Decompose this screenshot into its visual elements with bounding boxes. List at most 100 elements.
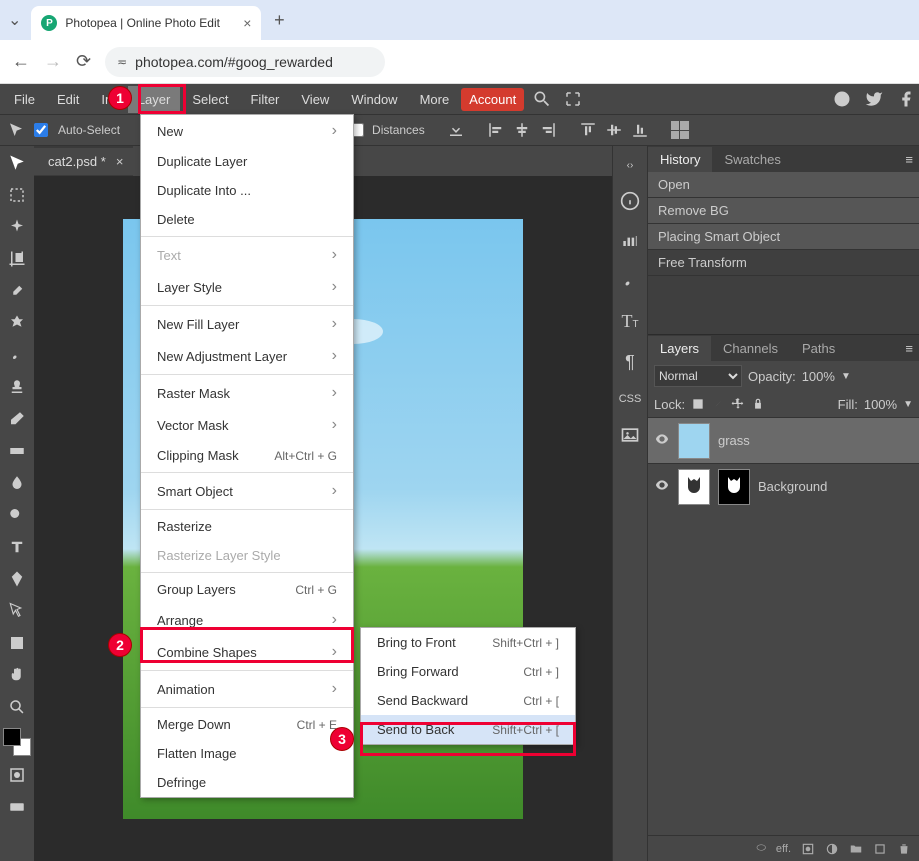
menu-item-rasterize[interactable]: Rasterize bbox=[141, 512, 353, 541]
menu-select[interactable]: Select bbox=[182, 86, 238, 113]
menu-item-smart-object[interactable]: Smart Object bbox=[141, 475, 353, 507]
move-tool[interactable] bbox=[4, 150, 30, 176]
history-item[interactable]: Remove BG bbox=[648, 198, 919, 224]
eyedropper-tool[interactable] bbox=[4, 278, 30, 304]
tab-history[interactable]: History bbox=[648, 147, 712, 172]
brush-tool[interactable] bbox=[4, 342, 30, 368]
menu-window[interactable]: Window bbox=[341, 86, 407, 113]
forward-button[interactable]: → bbox=[44, 51, 62, 72]
paragraph-panel-icon[interactable]: ¶ bbox=[625, 352, 635, 373]
marquee-tool[interactable] bbox=[4, 182, 30, 208]
fullscreen-icon[interactable] bbox=[564, 90, 582, 108]
chevron-down-icon[interactable]: ▼ bbox=[903, 399, 913, 410]
eraser-tool[interactable] bbox=[4, 406, 30, 432]
quickmask-tool[interactable] bbox=[4, 762, 30, 788]
menu-item-duplicate-layer[interactable]: Duplicate Layer bbox=[141, 147, 353, 176]
layer-row-background[interactable]: Background bbox=[648, 463, 919, 509]
address-bar[interactable]: ≂ photopea.com/#goog_rewarded bbox=[105, 47, 385, 77]
site-info-icon[interactable]: ≂ bbox=[117, 55, 127, 69]
blur-tool[interactable] bbox=[4, 470, 30, 496]
close-icon[interactable]: × bbox=[116, 154, 124, 169]
menu-account[interactable]: Account bbox=[461, 88, 524, 111]
history-item[interactable]: Free Transform bbox=[648, 250, 919, 276]
trash-icon[interactable] bbox=[897, 842, 911, 856]
tab-layers[interactable]: Layers bbox=[648, 336, 711, 361]
image-panel-icon[interactable] bbox=[620, 425, 640, 445]
menu-item-delete[interactable]: Delete bbox=[141, 205, 353, 234]
align-center-h-icon[interactable] bbox=[513, 121, 531, 139]
menu-item-new[interactable]: New bbox=[141, 115, 353, 147]
menu-item-send-backward[interactable]: Send BackwardCtrl + [ bbox=[361, 686, 575, 715]
menu-item-new-fill-layer[interactable]: New Fill Layer bbox=[141, 308, 353, 340]
download-icon[interactable] bbox=[447, 121, 465, 139]
chevron-down-icon[interactable]: ▼ bbox=[841, 371, 851, 382]
document-tab[interactable]: cat2.psd * × bbox=[34, 148, 133, 175]
grid-icon[interactable] bbox=[671, 121, 689, 139]
dodge-tool[interactable] bbox=[4, 502, 30, 528]
new-layer-icon[interactable] bbox=[873, 842, 887, 856]
gradient-tool[interactable] bbox=[4, 438, 30, 464]
menu-item-layer-style[interactable]: Layer Style bbox=[141, 271, 353, 303]
pen-tool[interactable] bbox=[4, 566, 30, 592]
align-right-icon[interactable] bbox=[539, 121, 557, 139]
close-icon[interactable]: × bbox=[243, 15, 251, 31]
visibility-icon[interactable] bbox=[654, 477, 670, 496]
shape-tool[interactable] bbox=[4, 630, 30, 656]
css-panel-icon[interactable]: CSS bbox=[619, 393, 642, 405]
tab-paths[interactable]: Paths bbox=[790, 336, 847, 361]
menu-item-merge-down[interactable]: Merge DownCtrl + E bbox=[141, 710, 353, 739]
menu-item-vector-mask[interactable]: Vector Mask bbox=[141, 409, 353, 441]
menu-item-clipping-mask[interactable]: Clipping MaskAlt+Ctrl + G bbox=[141, 441, 353, 470]
visibility-icon[interactable] bbox=[654, 431, 670, 450]
align-bottom-icon[interactable] bbox=[631, 121, 649, 139]
history-item[interactable]: Placing Smart Object bbox=[648, 224, 919, 250]
history-item[interactable]: Open bbox=[648, 172, 919, 198]
collapse-icon[interactable]: ‹› bbox=[627, 160, 634, 171]
keyboard-icon[interactable] bbox=[4, 794, 30, 820]
menu-item-animation[interactable]: Animation bbox=[141, 673, 353, 705]
folder-icon[interactable] bbox=[849, 842, 863, 856]
menu-item-duplicate-into-[interactable]: Duplicate Into ... bbox=[141, 176, 353, 205]
stamp-tool[interactable] bbox=[4, 374, 30, 400]
menu-item-new-adjustment-layer[interactable]: New Adjustment Layer bbox=[141, 340, 353, 372]
lock-move-icon[interactable] bbox=[731, 397, 745, 411]
menu-item-bring-to-front[interactable]: Bring to FrontShift+Ctrl + ] bbox=[361, 628, 575, 657]
brush-panel-icon[interactable] bbox=[620, 271, 640, 291]
effects-label[interactable]: eff. bbox=[776, 843, 791, 855]
color-swatches[interactable] bbox=[3, 728, 31, 756]
hand-tool[interactable] bbox=[4, 662, 30, 688]
panel-menu-icon[interactable]: ≡ bbox=[899, 337, 919, 360]
menu-item-group-layers[interactable]: Group LayersCtrl + G bbox=[141, 575, 353, 604]
lock-trans-icon[interactable] bbox=[691, 397, 705, 411]
menu-filter[interactable]: Filter bbox=[240, 86, 289, 113]
tab-list-icon[interactable]: ⌄ bbox=[8, 10, 21, 30]
tab-swatches[interactable]: Swatches bbox=[712, 147, 792, 172]
reddit-icon[interactable] bbox=[833, 90, 851, 108]
twitter-icon[interactable] bbox=[865, 90, 883, 108]
zoom-tool[interactable] bbox=[4, 694, 30, 720]
layer-row-grass[interactable]: grass bbox=[648, 417, 919, 463]
menu-item-send-to-back[interactable]: Send to BackShift+Ctrl + [ bbox=[361, 715, 575, 744]
menu-item-combine-shapes[interactable]: Combine Shapes bbox=[141, 636, 353, 668]
panel-menu-icon[interactable]: ≡ bbox=[899, 148, 919, 171]
menu-layer[interactable]: Layer bbox=[128, 86, 181, 113]
info-icon[interactable] bbox=[620, 191, 640, 211]
align-middle-icon[interactable] bbox=[605, 121, 623, 139]
text-tool[interactable] bbox=[4, 534, 30, 560]
wand-tool[interactable] bbox=[4, 214, 30, 240]
adjustment-icon[interactable] bbox=[825, 842, 839, 856]
menu-item-defringe[interactable]: Defringe bbox=[141, 768, 353, 797]
back-button[interactable]: ← bbox=[12, 51, 30, 72]
search-icon[interactable] bbox=[532, 89, 552, 109]
mask-icon[interactable] bbox=[801, 842, 815, 856]
menu-item-flatten-image[interactable]: Flatten Image bbox=[141, 739, 353, 768]
link-icon[interactable]: ⬭ bbox=[757, 842, 766, 855]
fill-value[interactable]: 100% bbox=[864, 397, 897, 412]
menu-edit[interactable]: Edit bbox=[47, 86, 89, 113]
lock-all-icon[interactable] bbox=[751, 397, 765, 411]
new-tab-button[interactable]: + bbox=[267, 8, 291, 32]
path-select-tool[interactable] bbox=[4, 598, 30, 624]
autoselect-checkbox[interactable] bbox=[34, 123, 48, 137]
tab-channels[interactable]: Channels bbox=[711, 336, 790, 361]
blend-mode-select[interactable]: Normal bbox=[654, 365, 742, 387]
